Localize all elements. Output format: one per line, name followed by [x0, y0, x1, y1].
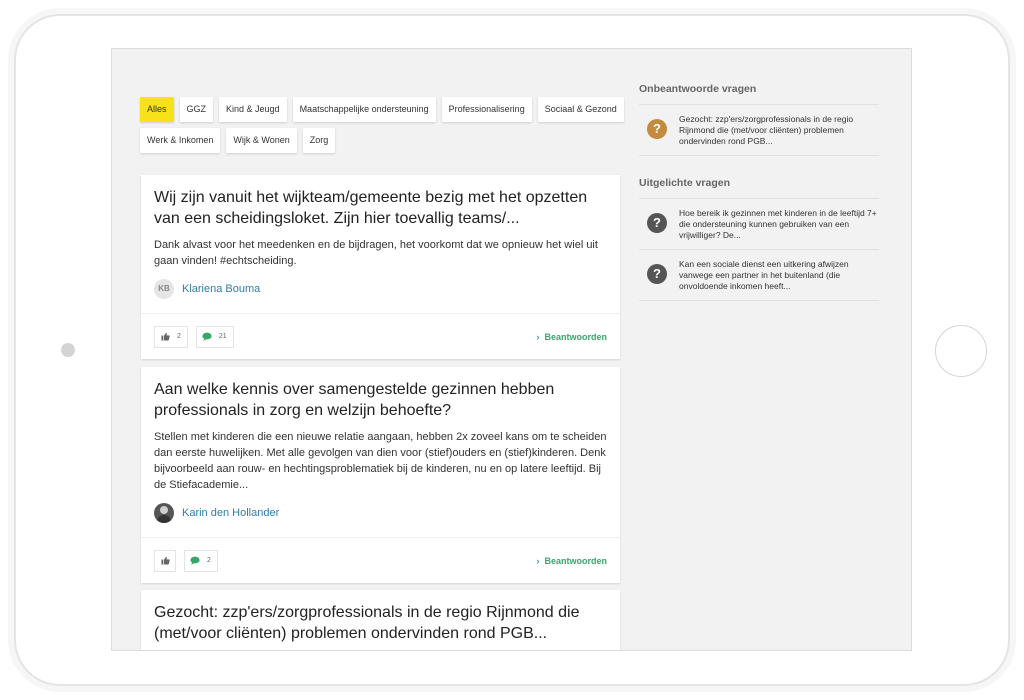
filter-chip-alles[interactable]: Alles: [140, 97, 174, 122]
unanswered-question-item[interactable]: ? Gezocht: zzp'ers/zorgprofessionals in …: [639, 105, 879, 156]
tablet-home-button: [935, 325, 987, 377]
question-card-body: Aan welke kennis over samengestelde gezi…: [141, 367, 620, 523]
comment-button[interactable]: 2: [184, 549, 218, 572]
question-card-body: Wij zijn vanuit het wijkteam/gemeente be…: [141, 175, 620, 299]
comment-button[interactable]: 21: [195, 325, 234, 348]
avatar: [154, 503, 174, 523]
filter-row-1: Alles GGZ Kind & Jeugd Maatschappelijke …: [140, 97, 624, 122]
unanswered-questions-heading: Onbeantwoorde vragen: [639, 83, 879, 105]
answer-link[interactable]: › Beantwoorden: [536, 556, 607, 566]
thumbs-up-icon: [155, 327, 175, 347]
sidebar: Onbeantwoorde vragen ? Gezocht: zzp'ers/…: [639, 83, 879, 301]
speech-bubble-icon: [185, 551, 205, 571]
speech-bubble-icon: [197, 327, 217, 347]
author-name-link[interactable]: Klariena Bouma: [182, 283, 260, 295]
question-card-body: Gezocht: zzp'ers/zorgprofessionals in de…: [141, 590, 620, 644]
question-excerpt: Stellen met kinderen die een nieuwe rela…: [154, 431, 607, 491]
question-author: KB Klariena Bouma: [154, 279, 607, 299]
answer-link[interactable]: › Beantwoorden: [536, 332, 607, 342]
chevron-right-icon: ›: [536, 331, 540, 342]
filter-chip-ggz[interactable]: GGZ: [179, 97, 214, 122]
comment-count: 2: [207, 557, 211, 564]
filter-chip-werk-inkomen[interactable]: Werk & Inkomen: [140, 128, 221, 153]
filter-chip-wijk-wonen[interactable]: Wijk & Wonen: [226, 128, 297, 153]
question-card: Aan welke kennis over samengestelde gezi…: [141, 367, 620, 583]
avatar: KB: [154, 279, 174, 299]
featured-question-text: Hoe bereik ik gezinnen met kinderen in d…: [679, 208, 877, 240]
like-button[interactable]: 2: [154, 325, 188, 348]
featured-question-text: Kan een sociale dienst een uitkering afw…: [679, 259, 849, 291]
like-count: 2: [177, 333, 181, 340]
featured-questions-heading: Uitgelichte vragen: [639, 177, 879, 199]
question-author: Karin den Hollander: [154, 503, 607, 523]
filter-chip-maatschappelijke-ondersteuning[interactable]: Maatschappelijke ondersteuning: [292, 97, 436, 122]
answer-link-label: Beantwoorden: [544, 555, 607, 566]
filter-chip-kind-jeugd[interactable]: Kind & Jeugd: [219, 97, 287, 122]
question-card: Wij zijn vanuit het wijkteam/gemeente be…: [141, 175, 620, 359]
question-title[interactable]: Wij zijn vanuit het wijkteam/gemeente be…: [154, 187, 607, 229]
category-filters: Alles GGZ Kind & Jeugd Maatschappelijke …: [140, 97, 624, 159]
question-mark-icon: ?: [647, 119, 667, 139]
filter-chip-zorg[interactable]: Zorg: [302, 128, 336, 153]
filter-chip-professionalisering[interactable]: Professionalisering: [441, 97, 532, 122]
answer-link-label: Beantwoorden: [544, 331, 607, 342]
question-card-footer: 2 › Beantwoorden: [141, 537, 620, 583]
question-excerpt: Dank alvast voor het meedenken en de bij…: [154, 239, 598, 267]
unanswered-question-text: Gezocht: zzp'ers/zorgprofessionals in de…: [679, 114, 854, 146]
question-card-footer: 2 21 › Beantwoorden: [141, 313, 620, 359]
author-name-link[interactable]: Karin den Hollander: [182, 507, 279, 519]
thumbs-up-icon: [155, 551, 175, 571]
tablet-camera: [61, 343, 75, 357]
filter-chip-sociaal-gezond[interactable]: Sociaal & Gezond: [537, 97, 624, 122]
featured-question-item[interactable]: ? Kan een sociale dienst een uitkering a…: [639, 250, 879, 301]
filter-row-2: Werk & Inkomen Wijk & Wonen Zorg: [140, 128, 620, 153]
question-card: Gezocht: zzp'ers/zorgprofessionals in de…: [141, 590, 620, 650]
featured-question-item[interactable]: ? Hoe bereik ik gezinnen met kinderen in…: [639, 199, 879, 250]
question-title[interactable]: Gezocht: zzp'ers/zorgprofessionals in de…: [154, 602, 607, 644]
question-mark-icon: ?: [647, 213, 667, 233]
question-title[interactable]: Aan welke kennis over samengestelde gezi…: [154, 379, 607, 421]
question-mark-icon: ?: [647, 264, 667, 284]
comment-count: 21: [218, 333, 227, 340]
screen: Alles GGZ Kind & Jeugd Maatschappelijke …: [111, 48, 912, 651]
chevron-right-icon: ›: [536, 555, 540, 566]
like-button[interactable]: [154, 549, 176, 572]
